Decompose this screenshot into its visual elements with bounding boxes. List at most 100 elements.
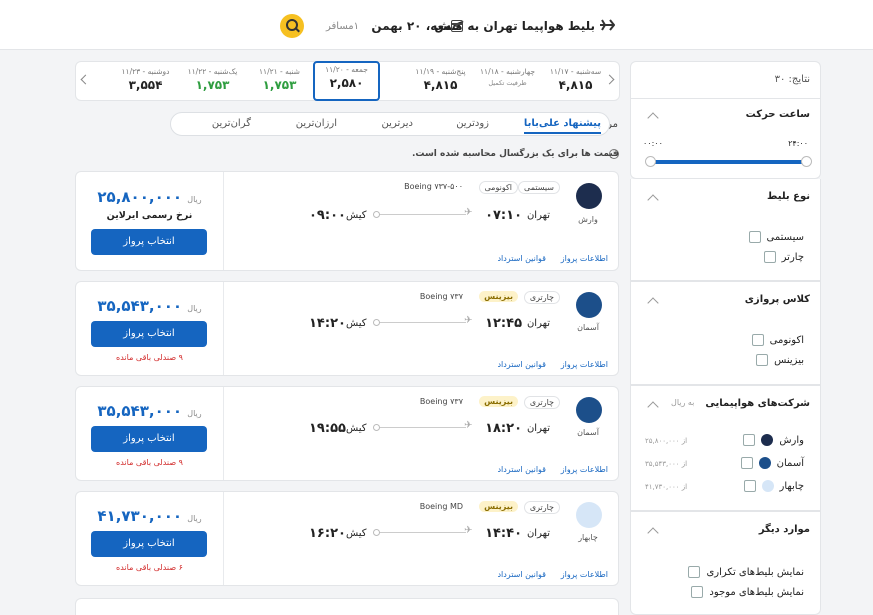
- flight-tag: چارتری: [523, 291, 560, 304]
- results-count: نتایج: ۳۰: [774, 74, 810, 85]
- date-option[interactable]: پنج‌شنبه - ۱۱/۱۹ ۴,۸۱۵: [407, 65, 474, 99]
- checkbox-economy[interactable]: اکونومی: [751, 334, 804, 346]
- airlines-unit: به ریال: [671, 398, 695, 407]
- sort-options: پیشنهاد علی‌بابا زودترین دیرترین ارزان‌ترین…: [170, 112, 610, 136]
- flight-card: آسمان چارتری بیزینس Boeing ۷۳۷ تهران ۱۸:۲۰ ✈ کی…: [75, 386, 619, 481]
- travel-date[interactable]: جمعه، ۲۰ بهمن: [371, 19, 461, 33]
- departure-city: تهران: [526, 528, 550, 539]
- flight-info-link[interactable]: اطلاعات پرواز: [561, 570, 608, 579]
- airline-name: وارش: [578, 215, 598, 224]
- select-flight-button[interactable]: انتخاب پرواز: [91, 426, 207, 452]
- checkbox-charter[interactable]: چارتر: [763, 251, 804, 263]
- flight-tag: Boeing ۷۳۷-۵۰۰: [404, 182, 463, 191]
- departure-time: ۱۸:۲۰: [485, 421, 522, 436]
- chevron-up-icon[interactable]: [647, 194, 659, 206]
- date-option[interactable]: دوشنبه - ۱۱/۲۳ ۳,۵۵۴: [112, 65, 179, 99]
- arrival-city: کیش: [346, 318, 367, 329]
- date-option[interactable]: چهارشنبه - ۱۱/۱۸ ظرفیت تکمیل: [474, 65, 541, 99]
- checkbox-repeated-tickets[interactable]: نمایش بلیط‌های تکراری: [688, 566, 804, 578]
- departure-city: تهران: [526, 318, 550, 329]
- arrival-time: ۰۹:۰۰: [309, 208, 346, 223]
- flight-card: آسمان چارتری بیزینس Boeing ۷۳۷ تهران ۱۲:۴۵ ✈ کی…: [75, 281, 619, 376]
- airline-logo-icon: [576, 397, 602, 423]
- select-flight-button[interactable]: انتخاب پرواز: [91, 531, 207, 557]
- checkbox-business[interactable]: بیزینس: [756, 354, 804, 366]
- filter-class: کلاس پروازی اکونومی بیزینس: [630, 281, 821, 385]
- price-value: ۳۵,۵۴۳,۰۰۰: [97, 297, 183, 315]
- top-bar: بلیط هواپیما تهران به کیش جمعه، ۲۰ بهمن …: [0, 0, 873, 50]
- date-option[interactable]: جمعه - ۱۱/۲۰ ۲,۵۸۰: [313, 61, 380, 101]
- chevron-left-icon[interactable]: [80, 74, 91, 85]
- airline-logo-icon: [576, 502, 602, 528]
- arrival-city: کیش: [346, 528, 367, 539]
- flight-tag: اکونومی: [478, 181, 518, 194]
- time-filter-title: ساعت حرکت: [745, 109, 810, 120]
- airline-price: از ۲۵,۸۰۰,۰۰۰: [645, 437, 688, 445]
- price-info: قیمت ها برای یک بزرگسال محاسبه شده است.: [412, 149, 619, 159]
- checkbox-airline-varesh[interactable]: وارش: [743, 434, 804, 446]
- select-flight-button[interactable]: انتخاب پرواز: [91, 321, 207, 347]
- currency-label: ریال: [187, 304, 202, 313]
- filters-results: نتایج: ۳۰ ساعت حرکت ۲۴:۰۰ ۰۰:۰۰: [630, 61, 821, 179]
- sort-option[interactable]: گران‌ترین: [212, 118, 251, 129]
- date-label: یک‌شنبه - ۱۱/۲۲: [187, 67, 238, 76]
- route-line: [373, 529, 466, 536]
- date-option[interactable]: یک‌شنبه - ۱۱/۲۲ ۱,۷۵۳: [179, 65, 246, 99]
- refund-rules-link[interactable]: قوانین استرداد: [497, 570, 546, 579]
- chevron-up-icon[interactable]: [647, 527, 659, 539]
- airline-name: آسمان: [577, 323, 599, 332]
- passenger-count[interactable]: ۱مسافر: [326, 21, 359, 32]
- plane-icon: [600, 19, 615, 31]
- date-label: سه‌شنبه - ۱۱/۱۷: [549, 67, 602, 76]
- chevron-up-icon[interactable]: [647, 112, 659, 124]
- chevron-up-icon[interactable]: [647, 401, 659, 413]
- flight-info-link[interactable]: اطلاعات پرواز: [561, 360, 608, 369]
- refund-rules-link[interactable]: قوانین استرداد: [497, 254, 546, 263]
- checkbox-airline-aseman[interactable]: آسمان: [740, 457, 804, 469]
- refund-rules-link[interactable]: قوانین استرداد: [497, 360, 546, 369]
- plane-icon: ✈: [464, 207, 473, 218]
- plane-icon: ✈: [464, 420, 473, 431]
- price-value: ۳۵,۵۴۳,۰۰۰: [97, 402, 183, 420]
- sort-option[interactable]: دیرترین: [382, 118, 413, 129]
- time-range-slider[interactable]: [649, 160, 808, 164]
- airlines-title: شرکت‌های هواپیمایی: [705, 398, 810, 409]
- ticket-type-title: نوع بلیط: [767, 191, 810, 202]
- slider-handle-start[interactable]: [645, 156, 656, 167]
- date-option[interactable]: شنبه - ۱۱/۲۱ ۱,۷۵۳: [246, 65, 313, 99]
- date-label: جمعه - ۱۱/۲۰: [325, 65, 368, 74]
- flight-tag: Boeing ۷۳۷: [419, 397, 463, 406]
- price-value: ۲۵,۸۰۰,۰۰۰: [97, 188, 183, 206]
- refund-rules-link[interactable]: قوانین استرداد: [497, 465, 546, 474]
- airline-logo-icon: [576, 292, 602, 318]
- sort-option[interactable]: زودترین: [456, 118, 489, 129]
- date-option[interactable]: سه‌شنبه - ۱۱/۱۷ ۴,۸۱۵: [542, 65, 609, 99]
- slider-handle-end[interactable]: [801, 156, 812, 167]
- checkbox-airline-chabahar[interactable]: چابهار: [743, 480, 804, 492]
- flight-price: ریال ۲۵,۸۰۰,۰۰۰: [76, 188, 223, 206]
- date-label: شنبه - ۱۱/۲۱: [259, 67, 300, 76]
- plane-icon: ✈: [464, 525, 473, 536]
- airline-price: از ۴۱,۷۳۰,۰۰۰: [645, 483, 688, 491]
- sort-option[interactable]: پیشنهاد علی‌بابا: [523, 118, 601, 134]
- airline-logo-icon: [576, 183, 602, 209]
- date-price: ۳,۵۵۴: [128, 78, 163, 92]
- departure-time: ۰۷:۱۰: [485, 208, 522, 223]
- arrival-time: ۱۴:۲۰: [309, 316, 346, 331]
- flight-info-link[interactable]: اطلاعات پرواز: [561, 254, 608, 263]
- search-button[interactable]: [280, 14, 304, 38]
- checkbox-system[interactable]: سیستمی: [748, 231, 804, 243]
- arrival-city: کیش: [346, 210, 367, 221]
- date-strip: سه‌شنبه - ۱۱/۱۷ ۴,۸۱۵ چهارشنبه - ۱۱/۱۸ ظرفی…: [75, 61, 620, 101]
- checkbox-available-tickets[interactable]: نمایش بلیط‌های موجود: [691, 586, 804, 598]
- date-price: ۱,۷۵۳: [262, 78, 297, 92]
- chevron-up-icon[interactable]: [647, 297, 659, 309]
- flight-tag: سیستمی: [518, 181, 560, 194]
- select-flight-button[interactable]: انتخاب پرواز: [91, 229, 207, 255]
- date-label: پنج‌شنبه - ۱۱/۱۹: [415, 67, 466, 76]
- sort-option[interactable]: ارزان‌ترین: [296, 118, 337, 129]
- flight-tag: Boeing MD: [419, 502, 463, 511]
- time-to: ۲۴:۰۰: [788, 139, 808, 148]
- flight-info-link[interactable]: اطلاعات پرواز: [561, 465, 608, 474]
- flight-price: ریال ۳۵,۵۴۳,۰۰۰: [76, 297, 223, 315]
